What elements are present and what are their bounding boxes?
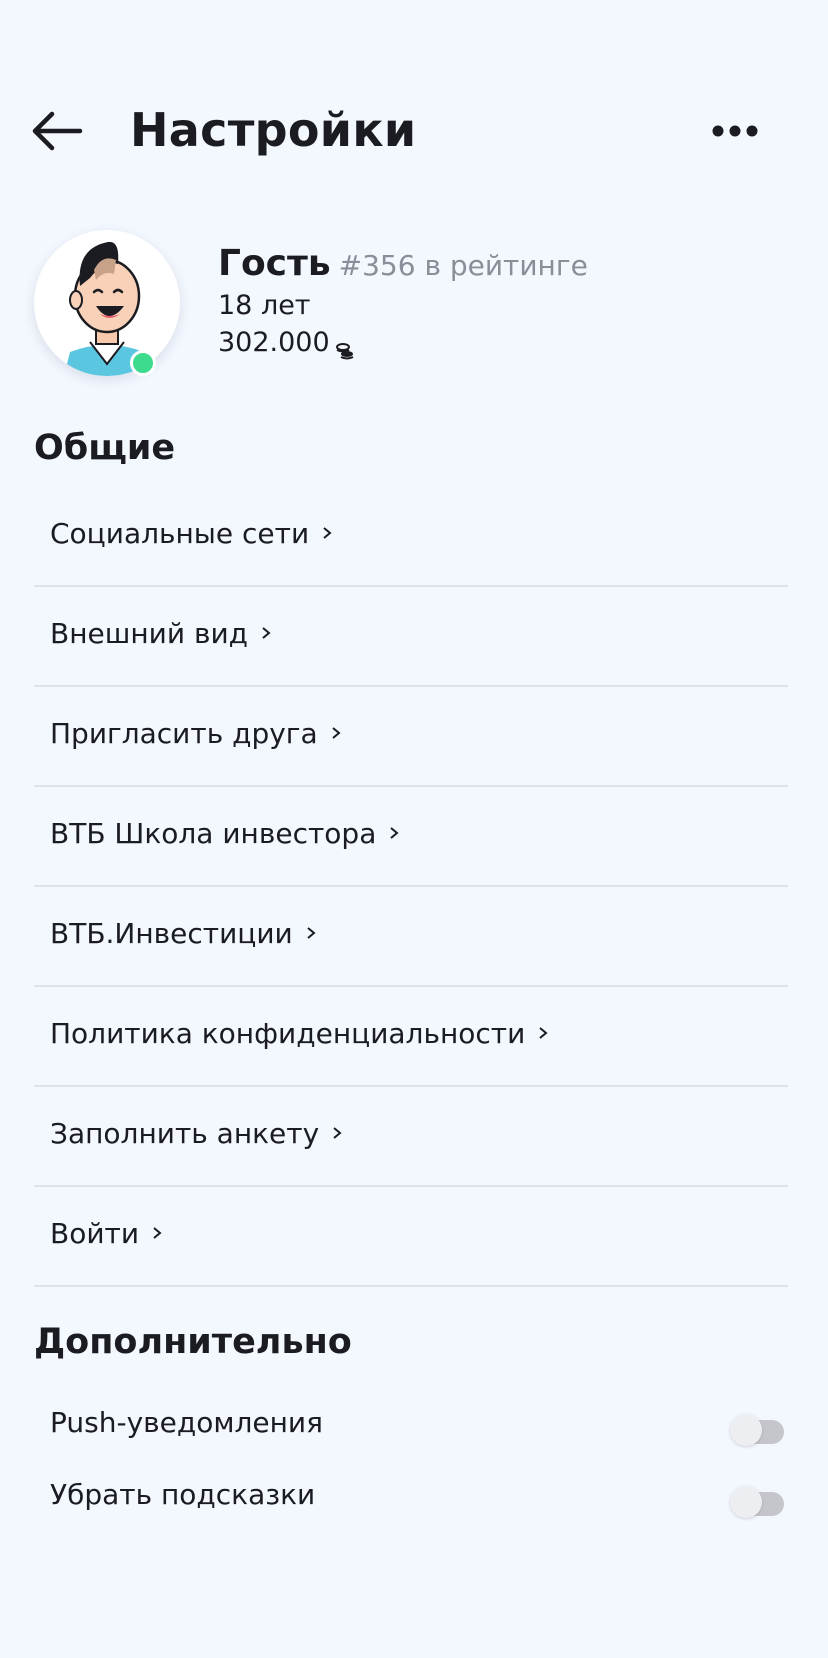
profile-card: Гость #356 в рейтинге 18 лет 302.000 — [34, 230, 814, 380]
online-status-dot — [130, 350, 156, 376]
chevron-right-icon — [390, 827, 399, 839]
page-title: Настройки — [130, 103, 417, 157]
chevron-right-icon — [153, 1227, 162, 1239]
profile-balance: 302.000 — [218, 327, 330, 358]
chevron-right-icon — [539, 1027, 548, 1039]
toggle-row-push: Push-уведомления — [50, 1402, 790, 1452]
header: Настройки — [0, 96, 828, 166]
menu-item-label: ВТБ.Инвестиции — [50, 916, 293, 950]
toggle-label: Push-уведомления — [50, 1406, 323, 1439]
menu-item-investor-school[interactable]: ВТБ Школа инвестора — [34, 787, 788, 887]
menu-item-survey[interactable]: Заполнить анкету — [34, 1087, 788, 1187]
arrow-left-icon — [32, 111, 83, 151]
profile-info: Гость #356 в рейтинге 18 лет 302.000 — [218, 244, 588, 362]
chevron-right-icon — [262, 627, 271, 639]
menu-item-appearance[interactable]: Внешний вид — [34, 587, 788, 687]
hide-hints-toggle[interactable] — [730, 1486, 786, 1518]
chevron-right-icon — [333, 1127, 342, 1139]
name-row: Гость #356 в рейтинге — [218, 244, 588, 286]
more-horizontal-icon — [712, 125, 758, 137]
menu-item-login[interactable]: Войти — [34, 1187, 788, 1287]
coins-icon — [334, 335, 356, 360]
menu-item-invite[interactable]: Пригласить друга — [34, 687, 788, 787]
toggle-row-hints: Убрать подсказки — [50, 1474, 790, 1524]
profile-name: Гость — [218, 243, 331, 284]
menu-item-label: Политика конфиденциальности — [50, 1016, 526, 1050]
chevron-right-icon — [323, 527, 332, 539]
menu-item-label: Социальные сети — [50, 516, 310, 550]
general-menu: Социальные сети Внешний вид Пригласить д… — [34, 487, 788, 1287]
back-button[interactable] — [30, 106, 84, 156]
profile-rank[interactable]: #356 в рейтинге — [339, 249, 588, 282]
toggle-knob — [730, 1486, 762, 1518]
menu-item-label: Войти — [50, 1216, 140, 1250]
section-title-additional: Дополнительно — [34, 1322, 352, 1362]
menu-item-privacy[interactable]: Политика конфиденциальности — [34, 987, 788, 1087]
menu-item-label: Внешний вид — [50, 616, 249, 650]
more-button[interactable] — [710, 116, 760, 146]
toggle-label: Убрать подсказки — [50, 1478, 316, 1511]
balance-row: 302.000 — [218, 324, 588, 362]
menu-item-label: ВТБ Школа инвестора — [50, 816, 377, 850]
avatar-illustration — [64, 241, 150, 376]
profile-age: 18 лет — [218, 290, 311, 321]
menu-item-social[interactable]: Социальные сети — [34, 487, 788, 587]
menu-item-label: Заполнить анкету — [50, 1116, 320, 1150]
menu-item-investments[interactable]: ВТБ.Инвестиции — [34, 887, 788, 987]
menu-item-label: Пригласить друга — [50, 716, 318, 750]
avatar[interactable] — [34, 230, 180, 376]
chevron-right-icon — [307, 927, 316, 939]
section-title-general: Общие — [34, 428, 176, 468]
push-notifications-toggle[interactable] — [730, 1414, 786, 1446]
chevron-right-icon — [332, 727, 341, 739]
toggle-knob — [730, 1414, 762, 1446]
